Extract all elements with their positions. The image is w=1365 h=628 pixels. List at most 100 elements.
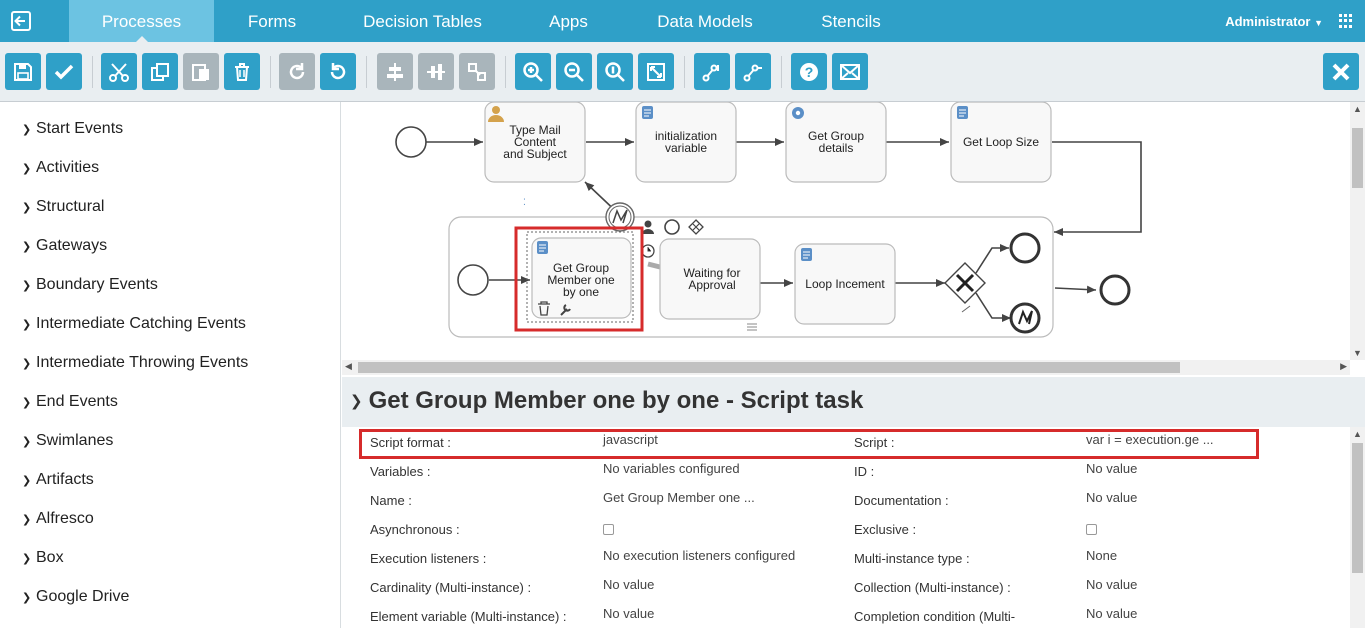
property-label: Multi-instance type : [854,551,970,566]
end-event[interactable] [1009,232,1041,264]
property-label: Exclusive : [854,522,917,537]
tab-processes[interactable]: Processes [69,0,214,43]
scrollbar-thumb[interactable] [358,362,1180,373]
toolbar-separator [684,56,685,88]
process-end-event[interactable] [1099,274,1131,306]
task-initialization-variable[interactable]: initialization variable [635,102,737,183]
task-get-group-details[interactable]: Get Group details [785,102,887,183]
task-waiting-for-approval[interactable]: Waiting for Approval [659,238,761,320]
property-row: Execution listeners : No execution liste… [342,543,1350,572]
error-end-event[interactable] [1009,302,1041,334]
property-value[interactable]: None [1086,548,1117,563]
script-task-icon [537,241,548,254]
scroll-up-icon[interactable]: ▲ [1353,429,1362,439]
exclusive-checkbox[interactable] [1086,523,1097,538]
check-icon[interactable] [46,53,82,90]
mail-icon[interactable] [832,53,868,90]
back-icon[interactable] [0,0,42,42]
timer-event-icon[interactable] [641,244,655,258]
align-horizontal-icon[interactable] [377,53,413,90]
paste-icon[interactable] [183,53,219,90]
save-icon[interactable] [5,53,41,90]
tab-data-models[interactable]: Data Models [632,0,778,42]
property-value[interactable]: No value [1086,577,1137,592]
tab-decision-tables[interactable]: Decision Tables [340,0,505,42]
apps-grid-icon[interactable] [1339,14,1353,28]
zoom-out-icon[interactable] [556,53,592,90]
property-label: Element variable (Multi-instance) : [370,609,567,624]
drag-handle-icon[interactable] [747,323,757,331]
end-event-icon[interactable] [664,219,680,235]
close-icon[interactable] [1323,53,1359,90]
palette-item-gateways[interactable]: ❯ Gateways [22,235,107,257]
asynchronous-checkbox[interactable] [603,523,614,538]
tab-forms[interactable]: Forms [214,0,330,42]
top-navigation: Processes Forms Decision Tables Apps Dat… [0,0,1365,43]
task-label: details [819,141,854,155]
palette-item-end-events[interactable]: ❯ End Events [22,391,118,413]
property-value[interactable]: No variables configured [603,461,740,476]
task-label: and Subject [503,147,567,161]
task-loop-increment[interactable]: Loop Incement [794,243,896,325]
scroll-left-icon[interactable]: ◀ [345,361,352,372]
palette-item-box[interactable]: ❯ Box [22,547,64,569]
palette-item-start-events[interactable]: ❯ Start Events [22,118,123,140]
scrollbar-thumb[interactable] [1352,443,1363,573]
add-bendpoint-icon[interactable] [694,53,730,90]
script-row-highlight [359,429,1259,459]
diagram-canvas[interactable]: Type Mail Content and Subject initializa… [342,102,1365,377]
palette-item-label: Alfresco [36,510,94,527]
property-value[interactable]: No execution listeners configured [603,548,795,563]
palette-item-boundary-events[interactable]: ❯ Boundary Events [22,274,158,296]
same-size-icon[interactable] [459,53,495,90]
task-type-mail[interactable]: Type Mail Content and Subject [484,102,586,183]
palette-item-intermediate-throwing-events[interactable]: ❯ Intermediate Throwing Events [22,352,248,374]
property-value[interactable]: No value [603,577,654,592]
gateway-icon[interactable] [688,219,704,235]
palette-item-structural[interactable]: ❯ Structural [22,196,104,218]
property-value[interactable]: No value [1086,461,1137,476]
palette-item-swimlanes[interactable]: ❯ Swimlanes [22,430,113,452]
property-value[interactable]: No value [603,606,654,621]
svg-text:?: ? [805,64,814,80]
property-value[interactable]: Get Group Member one ... [603,490,755,505]
user-menu[interactable]: Administrator ▼ [1225,14,1323,29]
task-label: Loop Incement [805,277,885,291]
start-event[interactable] [395,126,427,158]
palette-item-google-drive[interactable]: ❯ Google Drive [22,586,129,608]
tab-apps[interactable]: Apps [515,0,622,42]
chevron-right-icon: ❯ [22,435,32,448]
horizontal-scrollbar[interactable]: ◀ ▶ [342,360,1350,375]
subprocess-start-event[interactable] [457,264,489,296]
scroll-right-icon[interactable]: ▶ [1340,361,1347,372]
redo-icon[interactable] [279,53,315,90]
scrollbar-thumb[interactable] [1352,128,1363,188]
zoom-in-icon[interactable] [515,53,551,90]
task-get-loop-size[interactable]: Get Loop Size [950,102,1052,183]
property-value[interactable]: No value [1086,490,1137,505]
remove-bendpoint-icon[interactable] [735,53,771,90]
palette-item-activities[interactable]: ❯ Activities [22,157,99,179]
copy-icon[interactable] [142,53,178,90]
user-task-icon[interactable] [642,220,654,235]
palette-item-alfresco[interactable]: ❯ Alfresco [22,508,94,530]
zoom-actual-icon[interactable] [597,53,633,90]
properties-scrollbar[interactable]: ▲ [1350,427,1365,628]
properties-header[interactable]: ❯ Get Group Member one by one - Script t… [350,387,863,415]
help-icon[interactable]: ? [791,53,827,90]
align-vertical-icon[interactable] [418,53,454,90]
scroll-up-icon[interactable]: ▲ [1353,104,1362,114]
exclusive-gateway[interactable] [944,262,986,313]
palette-item-artifacts[interactable]: ❯ Artifacts [22,469,94,491]
task-get-group-member[interactable]: Get Group Member one by one [526,231,634,323]
vertical-scrollbar[interactable]: ▲ ▼ [1350,102,1365,360]
property-value[interactable]: No value [1086,606,1137,621]
tab-stencils[interactable]: Stencils [788,0,914,42]
undo-icon[interactable] [320,53,356,90]
scroll-down-icon[interactable]: ▼ [1353,348,1362,358]
zoom-fit-icon[interactable] [638,53,674,90]
delete-icon[interactable] [224,53,260,90]
cut-icon[interactable] [101,53,137,90]
palette-item-intermediate-catching-events[interactable]: ❯ Intermediate Catching Events [22,313,246,335]
user-name: Administrator [1225,14,1311,29]
